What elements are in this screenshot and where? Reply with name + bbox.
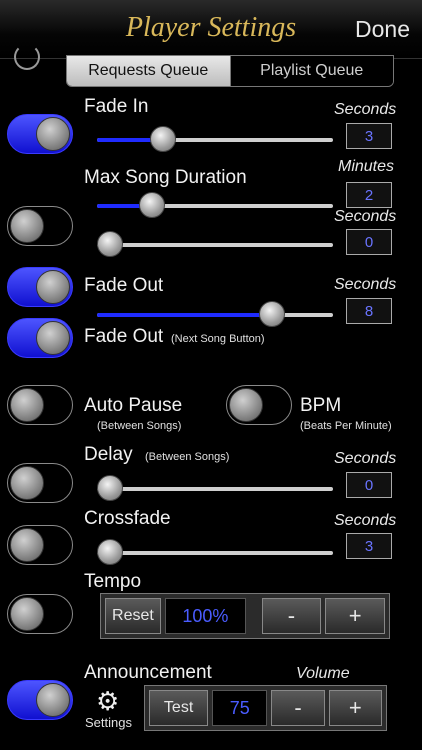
slider-fill	[97, 138, 156, 142]
fade-out-unit: Seconds	[334, 276, 397, 293]
announcement-plus-button[interactable]: +	[328, 690, 382, 726]
announcement-settings-label[interactable]: Settings	[85, 715, 132, 730]
max-song-duration-toggle[interactable]	[7, 206, 73, 246]
slider-thumb[interactable]	[97, 475, 123, 501]
tempo-controls: Reset 100% - +	[100, 593, 390, 639]
slider-thumb[interactable]	[258, 301, 285, 327]
fade-in-slider[interactable]	[97, 126, 333, 152]
announcement-volume-value: 75	[212, 690, 268, 726]
tab-requests-queue[interactable]: Requests Queue	[67, 56, 230, 86]
slider-thumb[interactable]	[97, 231, 123, 257]
done-button[interactable]: Done	[355, 16, 410, 43]
toggle-knob	[36, 321, 70, 355]
bpm-sub: (Beats Per Minute)	[300, 420, 392, 432]
bpm-toggle[interactable]	[226, 385, 292, 425]
fade-in-unit: Seconds	[334, 101, 397, 118]
fade-out-next-toggle[interactable]	[7, 318, 73, 358]
announcement-controls: Test 75 - +	[144, 685, 387, 731]
delay-toggle[interactable]	[7, 463, 73, 503]
tempo-label: Tempo	[84, 571, 142, 592]
fade-in-value[interactable]: 3	[346, 123, 392, 149]
toggle-knob	[10, 388, 44, 422]
delay-slider[interactable]	[97, 475, 333, 501]
max-duration-seconds-unit: Seconds	[334, 208, 397, 225]
crossfade-unit: Seconds	[334, 512, 397, 529]
toggle-knob	[10, 597, 44, 631]
max-song-duration-label: Max Song Duration	[84, 167, 247, 188]
auto-pause-label: Auto Pause	[84, 395, 183, 416]
fade-out-label: Fade Out	[84, 275, 164, 296]
tempo-value: 100%	[164, 598, 246, 634]
max-duration-minutes-value[interactable]: 2	[346, 182, 392, 208]
tempo-toggle[interactable]	[7, 594, 73, 634]
delay-sub: (Between Songs)	[145, 451, 230, 463]
slider-thumb[interactable]	[149, 126, 176, 152]
toggle-knob	[36, 117, 70, 151]
slider-thumb[interactable]	[97, 539, 123, 565]
fade-out-slider[interactable]	[97, 301, 333, 327]
crossfade-value[interactable]: 3	[346, 533, 392, 559]
fade-out-toggle[interactable]	[7, 267, 73, 307]
announcement-label: Announcement	[84, 662, 212, 683]
delay-label: Delay	[84, 444, 133, 465]
delay-unit: Seconds	[334, 450, 397, 467]
toggle-knob	[36, 270, 70, 304]
toggle-knob	[36, 683, 70, 717]
crossfade-slider[interactable]	[97, 539, 333, 565]
queue-segmented-control: Requests Queue Playlist Queue	[66, 55, 394, 87]
max-duration-minutes-slider[interactable]	[97, 192, 333, 218]
toggle-knob	[10, 528, 44, 562]
fade-out-next-sub: (Next Song Button)	[171, 333, 265, 345]
max-duration-seconds-value[interactable]: 0	[346, 229, 392, 255]
fade-in-toggle[interactable]	[7, 114, 73, 154]
slider-fill	[97, 313, 279, 317]
auto-pause-toggle[interactable]	[7, 385, 73, 425]
crossfade-label: Crossfade	[84, 508, 171, 529]
auto-pause-sub: (Between Songs)	[97, 420, 182, 432]
tab-playlist-queue[interactable]: Playlist Queue	[229, 56, 393, 86]
toggle-knob	[229, 388, 263, 422]
toggle-knob	[10, 209, 44, 243]
announcement-toggle[interactable]	[7, 680, 73, 720]
fade-out-next-label: Fade Out	[84, 326, 164, 347]
slider-fill	[97, 204, 145, 208]
slider-thumb[interactable]	[139, 192, 165, 218]
crossfade-toggle[interactable]	[7, 525, 73, 565]
partial-circle-icon	[14, 44, 40, 70]
tempo-minus-button[interactable]: -	[261, 598, 322, 634]
tempo-reset-button[interactable]: Reset	[105, 598, 161, 634]
tempo-plus-button[interactable]: +	[325, 598, 386, 634]
fade-in-label: Fade In	[84, 96, 149, 117]
toggle-knob	[10, 466, 44, 500]
announcement-volume-label: Volume	[296, 665, 350, 682]
announcement-minus-button[interactable]: -	[271, 690, 325, 726]
max-duration-seconds-slider[interactable]	[97, 231, 333, 257]
fade-out-value[interactable]: 8	[346, 298, 392, 324]
delay-value[interactable]: 0	[346, 472, 392, 498]
gear-icon[interactable]: ⚙	[96, 688, 119, 714]
max-duration-minutes-unit: Minutes	[338, 158, 395, 175]
bpm-label: BPM	[300, 395, 342, 416]
announcement-test-button[interactable]: Test	[149, 690, 209, 726]
